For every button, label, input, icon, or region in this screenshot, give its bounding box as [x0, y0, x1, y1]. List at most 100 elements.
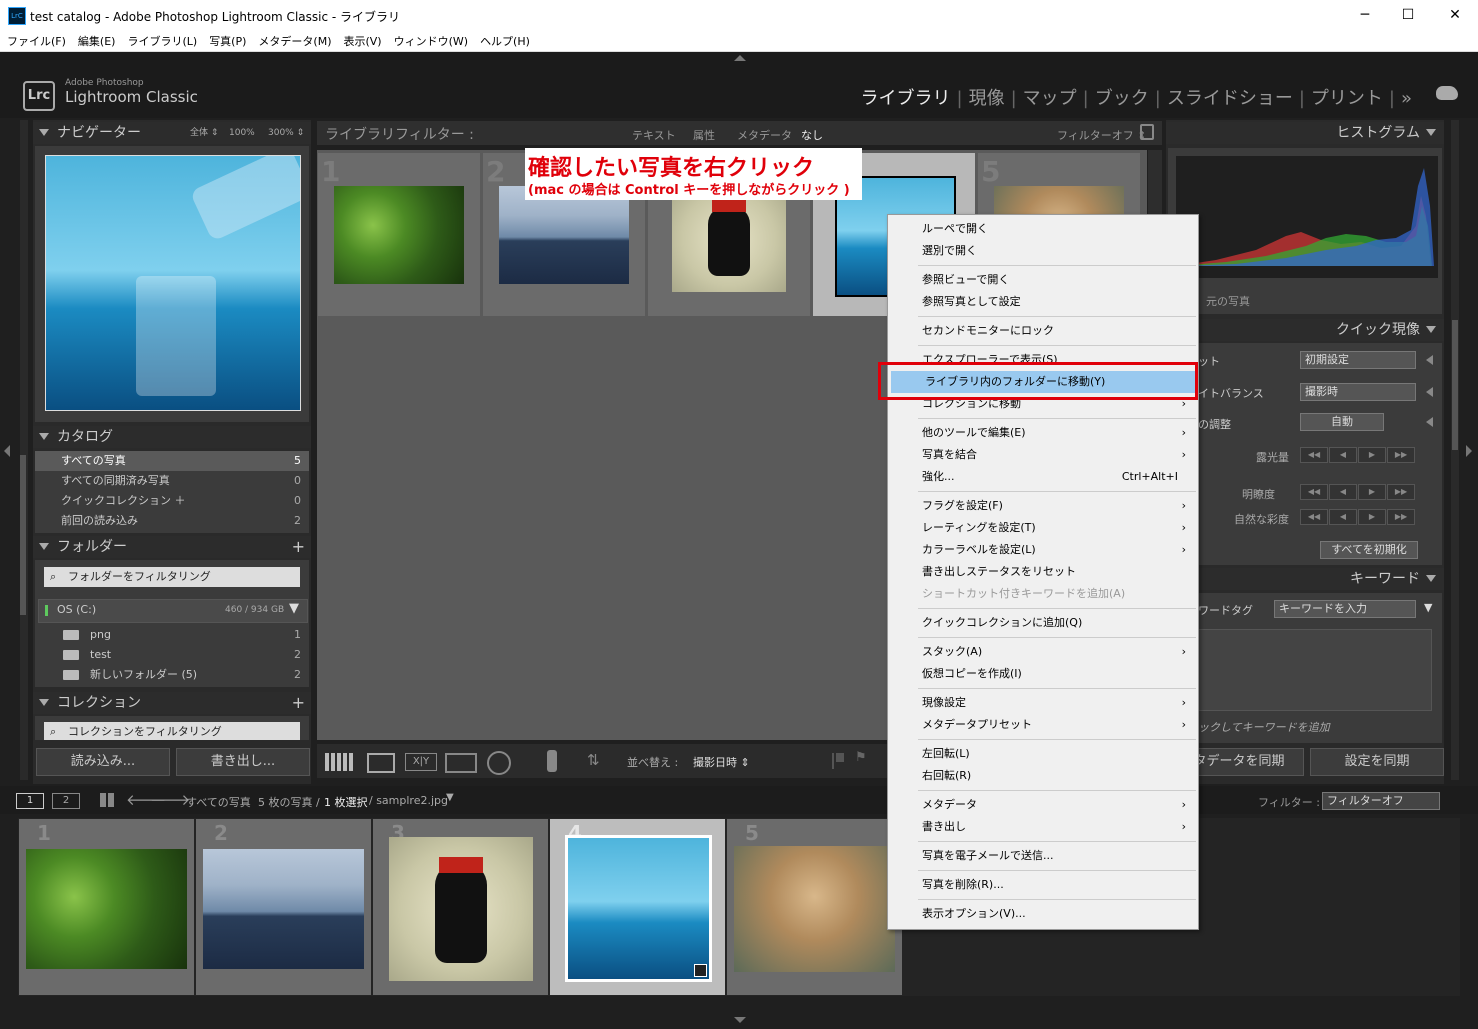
grid-thumbnail[interactable]: [672, 186, 786, 292]
module-slideshow[interactable]: スライドショー: [1167, 88, 1293, 109]
import-button[interactable]: 読み込み...: [36, 748, 170, 776]
filter-text[interactable]: テキスト: [632, 127, 676, 143]
export-button[interactable]: 書き出し...: [176, 748, 310, 776]
menu-edit[interactable]: 編集(E): [71, 31, 121, 49]
context-menu-item[interactable]: 現像設定 ›: [888, 692, 1198, 714]
catalog-item-quick-collection[interactable]: クイックコレクション ＋ 0: [35, 491, 309, 511]
module-book[interactable]: ブック: [1095, 88, 1149, 109]
zoom-300[interactable]: 300% ⇕: [268, 122, 304, 144]
filmstrip-cell[interactable]: 3: [373, 819, 548, 995]
secondary-display-button[interactable]: 2: [52, 793, 80, 809]
chevron-down-icon[interactable]: ▼: [289, 601, 299, 616]
collections-header[interactable]: コレクション +: [33, 692, 311, 714]
top-panel-toggle-icon[interactable]: [734, 55, 746, 61]
filmstrip-filter-dropdown[interactable]: フィルターオフ: [1322, 792, 1440, 810]
qd-preset-dropdown[interactable]: 初期設定: [1300, 351, 1416, 369]
module-map[interactable]: マップ: [1023, 88, 1077, 109]
sort-dropdown[interactable]: 撮影日時 ⇕: [693, 754, 750, 770]
zoom-fit[interactable]: 全体 ⇕: [190, 122, 218, 144]
context-menu-item[interactable]: 右回転(R): [888, 765, 1198, 787]
collection-filter-input[interactable]: ⌕ コレクションをフィルタリング: [44, 722, 300, 740]
step-up[interactable]: ▶: [1358, 509, 1386, 525]
right-panel-toggle-icon[interactable]: [1466, 445, 1472, 457]
grid-thumbnail[interactable]: [334, 186, 464, 284]
menu-file[interactable]: ファイル(F): [0, 31, 71, 49]
step-down-large[interactable]: ◀◀: [1300, 447, 1328, 463]
context-menu-item[interactable]: フラグを設定(F) ›: [888, 495, 1198, 517]
grid-cell[interactable]: 1: [318, 153, 480, 316]
compare-view-icon[interactable]: X|Y: [405, 753, 437, 771]
step-up-large[interactable]: ▶▶: [1387, 484, 1415, 500]
context-menu-item[interactable]: 写真を結合 ›: [888, 444, 1198, 466]
close-button[interactable]: ✕: [1440, 4, 1470, 26]
context-menu-item[interactable]: レーティングを設定(T) ›: [888, 517, 1198, 539]
flag-icon[interactable]: [832, 753, 844, 769]
cloud-icon[interactable]: [1436, 86, 1458, 100]
step-down-large[interactable]: ◀◀: [1300, 484, 1328, 500]
filmstrip-cell[interactable]: 5: [727, 819, 902, 995]
filter-attribute[interactable]: 属性: [693, 127, 715, 143]
catalog-header[interactable]: カタログ: [33, 426, 311, 448]
filmstrip-source[interactable]: すべての写真: [186, 794, 251, 810]
context-menu-item[interactable]: 参照ビューで開く: [888, 269, 1198, 291]
histogram-header[interactable]: ヒストグラム: [1166, 122, 1444, 144]
context-menu-item[interactable]: メタデータプリセット ›: [888, 714, 1198, 736]
qd-auto-button[interactable]: 自動: [1300, 413, 1384, 431]
context-menu-item[interactable]: ルーペで開く: [888, 218, 1198, 240]
primary-display-button[interactable]: 1: [16, 793, 44, 809]
folders-header[interactable]: フォルダー +: [33, 536, 311, 558]
navigator-preview[interactable]: [45, 155, 301, 411]
survey-view-icon[interactable]: [445, 753, 477, 773]
left-panel-toggle-icon[interactable]: [4, 445, 10, 457]
filmstrip-cell[interactable]: 1: [19, 819, 194, 995]
expand-triangle-icon[interactable]: [1426, 355, 1433, 365]
step-down-large[interactable]: ◀◀: [1300, 509, 1328, 525]
grid-thumbnail[interactable]: [499, 186, 629, 284]
folder-filter-input[interactable]: ⌕ フォルダーをフィルタリング: [44, 567, 300, 587]
right-scrollbar[interactable]: [1451, 120, 1459, 780]
grid-view-icon[interactable]: [325, 753, 355, 771]
context-menu-item[interactable]: セカンドモニターにロック: [888, 320, 1198, 342]
modules-more-icon[interactable]: »: [1401, 88, 1412, 109]
forward-arrow-icon[interactable]: 🡒: [150, 790, 190, 809]
keyword-tag-dropdown[interactable]: キーワードを入力: [1274, 600, 1416, 618]
left-scrollbar-thumb[interactable]: [20, 455, 26, 615]
menu-metadata[interactable]: メタデータ(M): [251, 31, 336, 49]
lock-icon[interactable]: [1140, 124, 1154, 140]
catalog-item-synced[interactable]: すべての同期済み写真 0: [35, 471, 309, 491]
step-down[interactable]: ◀: [1329, 509, 1357, 525]
filmstrip-thumbnail[interactable]: [203, 849, 364, 969]
filmstrip-filename[interactable]: / samplre2.jpg: [369, 794, 448, 807]
context-menu-item[interactable]: 他のツールで編集(E) ›: [888, 422, 1198, 444]
catalog-item-previous-import[interactable]: 前回の読み込み 2: [35, 511, 309, 531]
context-menu-item[interactable]: 参照写真として設定: [888, 291, 1198, 313]
folder-item-new-folder[interactable]: 新しいフォルダー (5) 2: [35, 665, 309, 685]
step-down[interactable]: ◀: [1329, 484, 1357, 500]
context-menu-item[interactable]: 書き出し ›: [888, 816, 1198, 838]
folder-item-test[interactable]: test 2: [35, 645, 309, 665]
sort-direction-icon[interactable]: ⇅: [587, 751, 600, 769]
context-menu-item[interactable]: スタック(A) ›: [888, 641, 1198, 663]
expand-triangle-icon[interactable]: [1426, 387, 1433, 397]
module-library[interactable]: ライブラリ: [861, 88, 951, 109]
filter-preset-dropdown[interactable]: フィルターオフ ⇕: [1057, 127, 1147, 143]
zoom-100[interactable]: 100%: [229, 122, 255, 144]
quick-develop-header[interactable]: クイック現像: [1166, 319, 1444, 341]
menu-photo[interactable]: 写真(P): [202, 31, 251, 49]
context-menu-item[interactable]: 選別で開く: [888, 240, 1198, 262]
context-menu-item[interactable]: メタデータ ›: [888, 794, 1198, 816]
menu-window[interactable]: ウィンドウ(W): [387, 31, 473, 49]
menu-view[interactable]: 表示(V): [336, 31, 386, 49]
folder-item-png[interactable]: png 1: [35, 625, 309, 645]
step-up-large[interactable]: ▶▶: [1387, 447, 1415, 463]
keyword-textarea[interactable]: [1198, 629, 1432, 711]
step-up[interactable]: ▶: [1358, 447, 1386, 463]
menu-library[interactable]: ライブラリ(L): [120, 31, 202, 49]
expand-triangle-icon[interactable]: [1426, 417, 1433, 427]
filmstrip-thumbnail[interactable]: [26, 849, 187, 969]
context-menu-item[interactable]: 表示オプション(V)...: [888, 903, 1198, 925]
context-menu-item[interactable]: 写真を電子メールで送信...: [888, 845, 1198, 867]
keyword-header[interactable]: キーワード: [1166, 568, 1444, 590]
context-menu-item[interactable]: 強化... Ctrl+Alt+I: [888, 466, 1198, 488]
volume-row[interactable]: OS (C:) 460 / 934 GB ▼: [38, 599, 308, 623]
